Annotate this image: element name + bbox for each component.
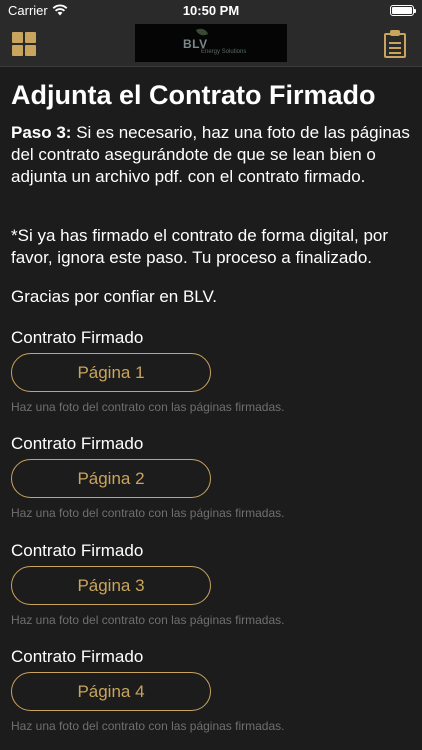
grid-icon[interactable] — [12, 32, 36, 56]
step-label: Paso 3: — [11, 123, 72, 142]
section-label: Contrato Firmado — [11, 647, 144, 666]
page-1-button[interactable]: Página 1 — [11, 353, 211, 392]
digital-signature-note: *Si ya has firmado el contrato de forma … — [11, 226, 389, 267]
step-instructions: Paso 3: Si es necesario, haz una foto de… — [11, 122, 411, 188]
logo-subtext: Energy Solutions — [201, 49, 247, 55]
thanks-message: Gracias por confiar en BLV. — [11, 287, 218, 306]
section-hint: Haz una foto del contrato con las página… — [11, 400, 285, 414]
section-label: Contrato Firmado — [11, 541, 144, 560]
blv-logo: BLV Energy Solutions — [135, 24, 287, 62]
page-title: Adjunta el Contrato Firmado — [11, 80, 376, 110]
step-text: Si es necesario, haz una foto de las pág… — [11, 123, 410, 186]
clock-time: 10:50 PM — [182, 3, 240, 18]
section-hint: Haz una foto del contrato con las página… — [11, 506, 285, 520]
leaf-icon — [195, 26, 209, 38]
section-hint: Haz una foto del contrato con las página… — [11, 613, 285, 627]
page-3-button[interactable]: Página 3 — [11, 566, 211, 605]
clipboard-icon[interactable] — [384, 30, 406, 58]
section-hint: Haz una foto del contrato con las página… — [11, 719, 285, 733]
page-2-button[interactable]: Página 2 — [11, 459, 211, 498]
navigation-bar: BLV Energy Solutions — [0, 22, 422, 67]
section-label: Contrato Firmado — [11, 434, 144, 453]
battery-icon — [390, 5, 416, 16]
section-label: Contrato Firmado — [11, 328, 144, 347]
status-bar: Carrier 10:50 PM — [0, 0, 422, 22]
page-4-button[interactable]: Página 4 — [11, 672, 211, 711]
